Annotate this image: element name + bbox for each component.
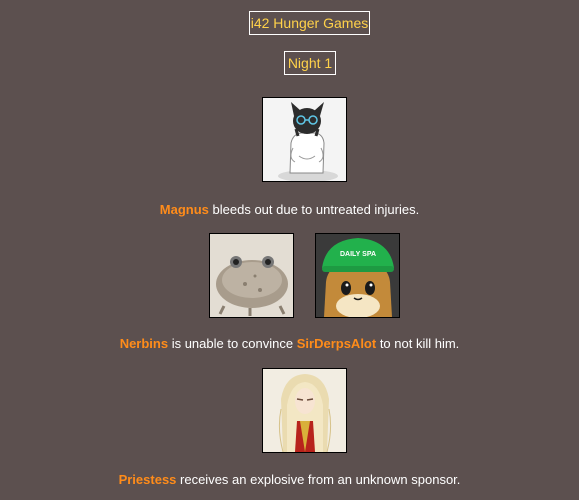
event-line-3: Priestess receives an explosive from an … bbox=[0, 471, 579, 489]
event-line-1: Magnus bleeds out due to untreated injur… bbox=[0, 201, 579, 219]
tribute-name: Magnus bbox=[159, 202, 209, 217]
cap-text: DAILY SPA bbox=[340, 251, 376, 258]
sand-frog-image bbox=[210, 234, 293, 317]
avatar-magnus bbox=[262, 97, 347, 182]
game-title: i42 Hunger Games bbox=[249, 11, 370, 35]
avatar-sirderpsalot: DAILY SPA bbox=[315, 233, 400, 318]
tribute-name: SirDerpsAlot bbox=[296, 336, 377, 351]
tribute-name: Nerbins bbox=[119, 336, 169, 351]
event-text: is unable to convince bbox=[168, 336, 297, 351]
event-text: bleeds out due to untreated injuries. bbox=[208, 202, 420, 217]
avatar-priestess bbox=[262, 368, 347, 453]
event-text: to not kill him. bbox=[376, 336, 460, 351]
event-text: receives an explosive from an unknown sp… bbox=[176, 472, 461, 487]
priestess-character-image bbox=[263, 369, 346, 452]
tribute-name: Priestess bbox=[118, 472, 177, 487]
hunger-games-page: i42 Hunger Games Night 1 Magnus bleeds o… bbox=[0, 0, 579, 500]
eevee-cap-image: DAILY SPA bbox=[316, 234, 399, 317]
wolf-character-image bbox=[263, 98, 346, 181]
avatar-nerbins bbox=[209, 233, 294, 318]
phase-title: Night 1 bbox=[284, 51, 336, 75]
event-line-2: Nerbins is unable to convince SirDerpsAl… bbox=[0, 335, 579, 353]
